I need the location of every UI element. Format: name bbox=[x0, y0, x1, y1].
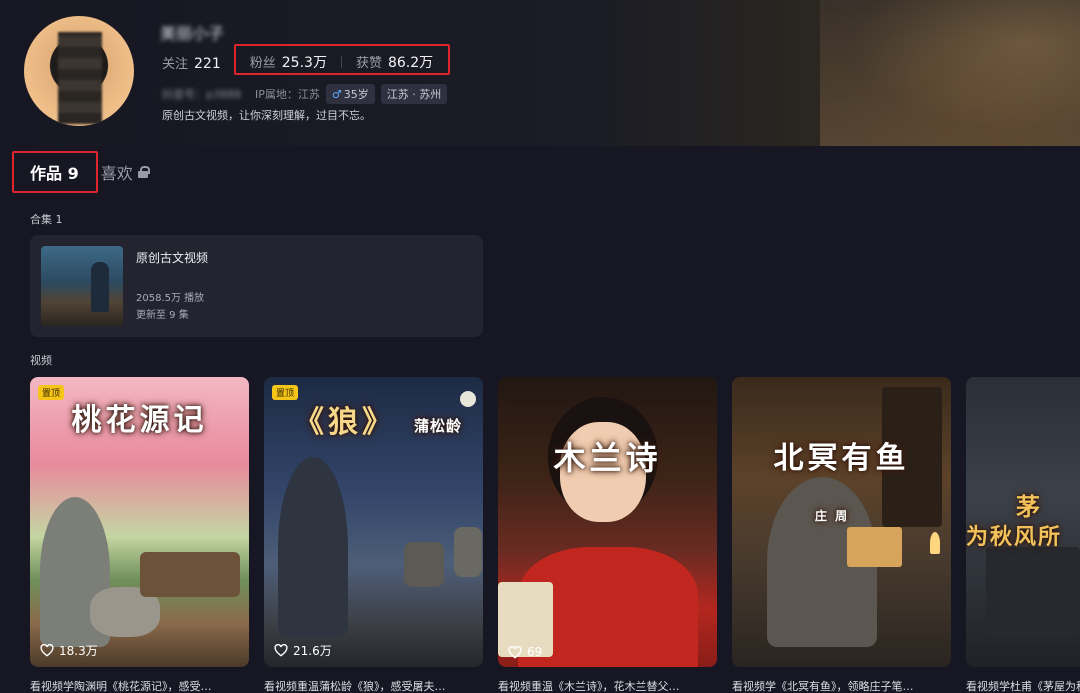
works-tab-highlight-box bbox=[12, 151, 98, 193]
likes-count: 69 bbox=[527, 645, 543, 659]
following-stat[interactable]: 关注 221 bbox=[162, 53, 221, 72]
tab-likes-label: 喜欢 bbox=[100, 164, 133, 183]
video-likes: 21.6万 bbox=[274, 642, 332, 659]
avatar-mosaic bbox=[58, 32, 102, 124]
heart-icon bbox=[40, 644, 54, 657]
cover-wolf bbox=[404, 542, 444, 587]
cover-candle bbox=[930, 532, 940, 554]
video-likes: 18.3万 bbox=[40, 642, 98, 659]
video-caption[interactable]: 看视频学杜甫《茅屋为秋风所破歌》 bbox=[966, 678, 1080, 693]
video-likes: 69 bbox=[508, 645, 542, 659]
pinned-badge: 置顶 bbox=[272, 385, 299, 400]
male-icon: ♂ bbox=[331, 88, 342, 101]
douyin-id: 抖音号：p3888 bbox=[162, 88, 241, 101]
cover-bamboo-scroll bbox=[847, 527, 902, 567]
video-caption[interactable]: 看视频重温《木兰诗》，花木兰替父… bbox=[498, 678, 717, 693]
cover-title-part: 茅 bbox=[1016, 492, 1042, 521]
following-count: 221 bbox=[194, 55, 221, 72]
location-tag: 江苏 · 苏州 bbox=[380, 84, 448, 104]
video-caption[interactable]: 看视频学《北冥有鱼》，领略庄子笔… bbox=[732, 678, 951, 693]
video-caption[interactable]: 看视频重温蒲松龄《狼》，感受屠夫… bbox=[264, 678, 483, 693]
header-background-image bbox=[820, 0, 1080, 146]
collections-section-label: 合集 1 bbox=[30, 213, 63, 226]
cover-title-part: 为秋风所 bbox=[966, 524, 1063, 550]
cover-hut bbox=[986, 547, 1080, 637]
video-card[interactable]: 桃花源记 置顶 18.3万 bbox=[30, 377, 249, 667]
heart-icon bbox=[508, 645, 522, 659]
cover-subtitle: 蒲松龄 bbox=[414, 417, 463, 435]
collection-card[interactable]: 原创古文视频 2058.5万 播放 更新至 9 集 bbox=[30, 235, 483, 337]
cover-boat bbox=[140, 552, 240, 597]
cover-subtitle: 庄 周 bbox=[814, 509, 850, 523]
profile-meta: 抖音号：p3888 IP属地：江苏 ♂ 35岁 江苏 · 苏州 bbox=[162, 84, 448, 104]
video-card[interactable]: 北冥有鱼 庄 周 bbox=[732, 377, 951, 667]
cover-title: 桃花源记 bbox=[71, 403, 208, 438]
video-caption[interactable]: 看视频学陶渊明《桃花源记》，感受… bbox=[30, 678, 249, 693]
following-label: 关注 bbox=[162, 56, 189, 72]
cover-figure bbox=[278, 457, 348, 637]
video-card[interactable]: 木兰诗 69 bbox=[498, 377, 717, 667]
cover-wolf bbox=[454, 527, 482, 577]
username: 美丽小子 bbox=[160, 24, 225, 43]
collection-plays: 2058.5万 播放 bbox=[136, 293, 205, 304]
tab-likes[interactable]: 喜欢 bbox=[100, 160, 150, 184]
likes-count: 21.6万 bbox=[293, 644, 332, 658]
videos-section-label: 视频 bbox=[30, 354, 52, 367]
collection-update: 更新至 9 集 bbox=[136, 310, 189, 321]
likes-count: 18.3万 bbox=[59, 644, 98, 658]
avatar[interactable] bbox=[24, 16, 134, 126]
cover-title: 木兰诗 bbox=[553, 439, 662, 477]
bio: 原创古文视频，让你深刻理解，过目不忘。 bbox=[162, 109, 371, 122]
video-card[interactable]: 茅 为秋风所 bbox=[966, 377, 1080, 667]
ip-location: IP属地：江苏 bbox=[254, 88, 320, 101]
video-card[interactable]: 《狼》 蒲松龄 置顶 21.6万 bbox=[264, 377, 483, 667]
lock-icon bbox=[137, 166, 150, 178]
collection-thumbnail bbox=[41, 246, 123, 326]
pinned-badge: 置顶 bbox=[38, 385, 65, 400]
stats-highlight-box bbox=[234, 44, 450, 75]
heart-icon bbox=[274, 644, 288, 657]
cover-title: 北冥有鱼 bbox=[773, 441, 910, 476]
age-text: 35岁 bbox=[343, 88, 369, 101]
age-tag: ♂ 35岁 bbox=[325, 84, 375, 104]
collection-title: 原创古文视频 bbox=[136, 251, 209, 265]
